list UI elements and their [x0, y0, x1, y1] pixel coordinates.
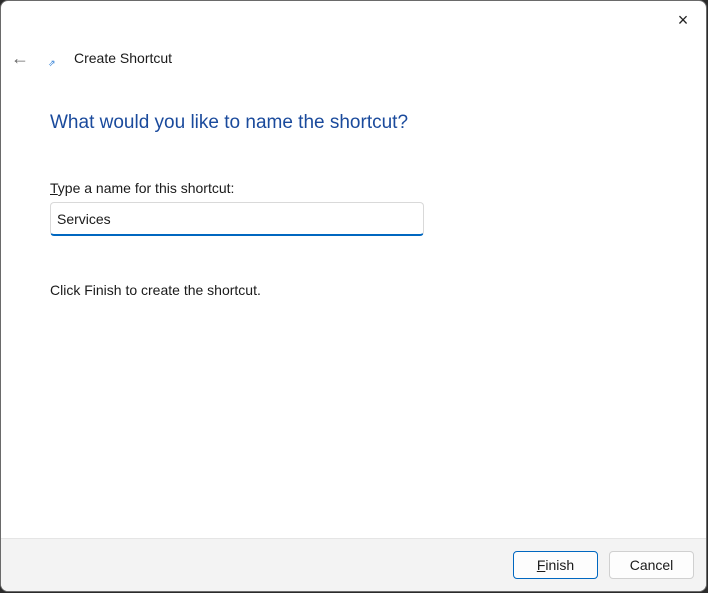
- dialog-footer: Finish Cancel: [1, 538, 706, 591]
- name-label: Type a name for this shortcut:: [50, 180, 234, 196]
- finish-accel: F: [536, 557, 546, 573]
- shortcut-name-input[interactable]: [50, 202, 424, 236]
- shortcut-icon: ⇗: [48, 58, 56, 68]
- finish-info-text: Click Finish to create the shortcut.: [50, 282, 261, 298]
- window-title: Create Shortcut: [74, 50, 173, 66]
- back-arrow-icon: ←: [11, 47, 29, 68]
- finish-label: inish: [545, 557, 575, 573]
- close-button[interactable]: ×: [668, 7, 698, 33]
- finish-button[interactable]: Finish: [513, 551, 598, 579]
- cancel-button[interactable]: Cancel: [609, 551, 694, 579]
- close-icon: ×: [677, 9, 689, 30]
- name-label-text: ype a name for this shortcut:: [57, 180, 235, 196]
- name-label-accel: T: [50, 180, 58, 196]
- create-shortcut-dialog: × ← ⇗ Create Shortcut What would you lik…: [0, 0, 707, 592]
- back-button[interactable]: ←: [9, 47, 31, 69]
- page-heading: What would you like to name the shortcut…: [50, 112, 409, 133]
